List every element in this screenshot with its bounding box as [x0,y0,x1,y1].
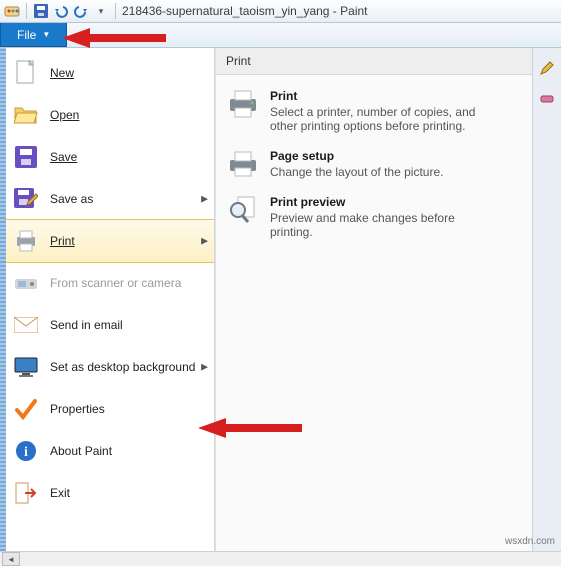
menu-label: From scanner or camera [50,276,181,290]
file-menu: New Open Save Save as ▶ Print [6,48,215,551]
redo-icon[interactable] [73,3,89,19]
chevron-right-icon: ▶ [201,236,208,247]
app-icon [4,3,20,19]
menu-label: Properties [50,402,105,416]
menu-new[interactable]: New [6,52,214,94]
file-tab[interactable]: File ▼ [0,23,67,47]
menu-properties[interactable]: Properties [6,388,214,430]
file-tab-label: File [17,28,36,42]
menu-exit[interactable]: Exit [6,472,214,514]
separator [26,3,27,19]
ribbon-tabs: File ▼ [0,23,561,48]
panel-header: Print [216,48,532,75]
page-setup-icon [226,149,260,179]
chevron-right-icon: ▶ [201,362,208,373]
exit-icon [14,481,38,505]
printer-icon [226,89,260,119]
pencil-icon[interactable] [539,60,555,76]
menu-label: New [50,66,74,80]
menu-label: Print [50,234,75,248]
undo-icon[interactable] [53,3,69,19]
sub-desc: Preview and make changes before printing… [270,211,500,239]
info-icon: i [14,439,38,463]
scroll-left-button[interactable]: ◄ [2,552,20,566]
magnifier-icon [226,195,260,225]
menu-print[interactable]: Print ▶ [6,219,214,263]
new-file-icon [14,61,38,85]
menu-label: Save [50,150,77,164]
menu-set-background[interactable]: Set as desktop background ▶ [6,346,214,388]
desktop-icon [14,355,38,379]
svg-text:i: i [24,445,28,460]
menu-save[interactable]: Save [6,136,214,178]
menu-label: Send in email [50,318,123,332]
print-submenu-panel: Print Print Select a printer, number of … [215,48,532,551]
sub-print[interactable]: Print Select a printer, number of copies… [220,81,528,141]
printer-icon [14,229,38,253]
chevron-right-icon: ▶ [201,194,208,205]
separator [115,3,116,19]
sub-title: Print [270,89,500,103]
menu-open[interactable]: Open [6,94,214,136]
menu-label: Save as [50,192,93,206]
save-disk-icon [14,145,38,169]
menu-about[interactable]: i About Paint [6,430,214,472]
sub-desc: Change the layout of the picture. [270,165,443,179]
sub-print-preview[interactable]: Print preview Preview and make changes b… [220,187,528,247]
save-as-icon [14,187,38,211]
menu-save-as[interactable]: Save as ▶ [6,178,214,220]
save-icon[interactable] [33,3,49,19]
sub-title: Print preview [270,195,500,209]
scanner-icon [14,271,38,295]
menu-label: Open [50,108,79,122]
envelope-icon [14,313,38,337]
watermark: wsxdn.com [505,536,555,547]
right-toolbar-sliver [532,48,561,551]
open-folder-icon [14,103,38,127]
menu-scanner: From scanner or camera [6,262,214,304]
menu-label: Set as desktop background [50,360,195,374]
sub-page-setup[interactable]: Page setup Change the layout of the pict… [220,141,528,187]
menu-label: Exit [50,486,70,500]
checkmark-icon [14,397,38,421]
eraser-icon[interactable] [539,90,555,106]
menu-send-email[interactable]: Send in email [6,304,214,346]
sub-title: Page setup [270,149,443,163]
sub-desc: Select a printer, number of copies, and … [270,105,500,133]
menu-label: About Paint [50,444,112,458]
qat-dropdown-icon[interactable]: ▾ [93,3,109,19]
horizontal-scrollbar[interactable]: ◄ [0,551,561,566]
title-bar: ▾ 218436-supernatural_taoism_yin_yang - … [0,0,561,23]
window-title: 218436-supernatural_taoism_yin_yang - Pa… [122,4,368,18]
